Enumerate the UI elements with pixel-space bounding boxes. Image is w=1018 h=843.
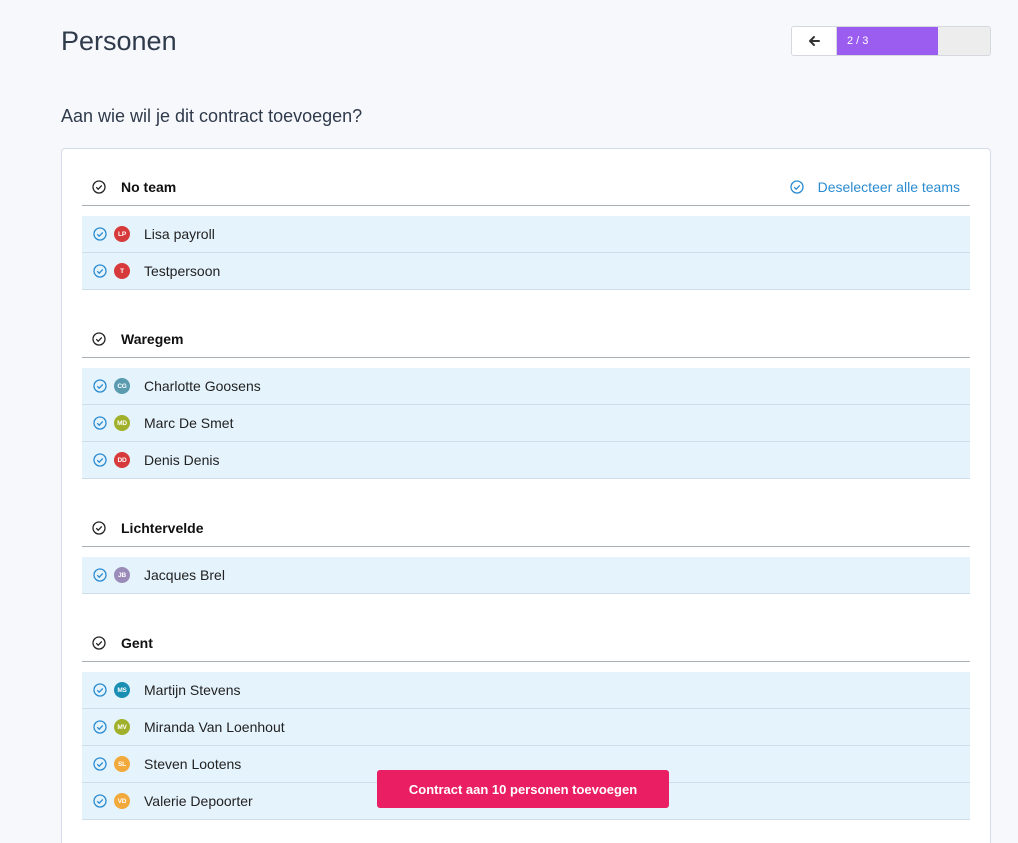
person-name: Jacques Brel bbox=[144, 567, 225, 583]
person-row[interactable]: MV Miranda Van Loenhout bbox=[82, 709, 970, 746]
avatar: DD bbox=[114, 452, 130, 468]
page-title: Personen bbox=[61, 26, 177, 56]
progress-bar: 2 / 3 bbox=[837, 27, 938, 55]
deselect-all-label: Deselecteer alle teams bbox=[817, 179, 960, 195]
check-circle-icon[interactable] bbox=[92, 179, 106, 194]
team-name: Lichtervelde bbox=[121, 519, 204, 536]
check-circle-icon[interactable] bbox=[92, 331, 106, 346]
person-name: Marc De Smet bbox=[144, 415, 234, 431]
avatar: SL bbox=[114, 756, 130, 772]
team-name: Gent bbox=[121, 634, 153, 651]
person-row[interactable]: MD Marc De Smet bbox=[82, 405, 970, 442]
check-circle-icon[interactable] bbox=[93, 453, 107, 467]
person-name: Charlotte Goosens bbox=[144, 378, 261, 394]
avatar: CG bbox=[114, 378, 130, 394]
avatar: MD bbox=[114, 415, 130, 431]
check-circle-icon[interactable] bbox=[92, 520, 106, 535]
avatar: MS bbox=[114, 682, 130, 698]
team-selection-card: No team Deselecteer alle teams LP Lisa p… bbox=[61, 148, 991, 843]
arrow-left-icon bbox=[809, 36, 820, 46]
person-name: Lisa payroll bbox=[144, 226, 215, 242]
check-circle-icon[interactable] bbox=[93, 416, 107, 430]
team-header[interactable]: No team Deselecteer alle teams bbox=[82, 168, 970, 206]
page-question: Aan wie wil je dit contract toevoegen? bbox=[61, 106, 363, 126]
avatar: T bbox=[114, 263, 130, 279]
back-button[interactable] bbox=[792, 27, 837, 55]
check-circle-icon[interactable] bbox=[93, 227, 107, 241]
check-circle-icon[interactable] bbox=[92, 635, 106, 650]
team-section: Lichtervelde JB Jacques Brel bbox=[82, 509, 970, 594]
check-circle-icon[interactable] bbox=[93, 720, 107, 734]
deselect-all-teams-link[interactable]: Deselecteer alle teams bbox=[780, 168, 960, 206]
person-row[interactable]: DD Denis Denis bbox=[82, 442, 970, 479]
team-section: No team Deselecteer alle teams LP Lisa p… bbox=[82, 168, 970, 290]
person-row[interactable]: LP Lisa payroll bbox=[82, 216, 970, 253]
add-contract-button[interactable]: Contract aan 10 personen toevoegen bbox=[377, 770, 669, 808]
person-name: Martijn Stevens bbox=[144, 682, 241, 698]
person-row[interactable]: T Testpersoon bbox=[82, 253, 970, 290]
person-row[interactable]: MS Martijn Stevens bbox=[82, 672, 970, 709]
check-circle-icon[interactable] bbox=[93, 794, 107, 808]
check-circle-icon bbox=[789, 180, 804, 194]
check-circle-icon[interactable] bbox=[93, 683, 107, 697]
check-circle-icon[interactable] bbox=[93, 264, 107, 278]
person-name: Steven Lootens bbox=[144, 756, 242, 772]
check-circle-icon[interactable] bbox=[93, 757, 107, 771]
team-header[interactable]: Lichtervelde bbox=[82, 509, 970, 547]
person-name: Valerie Depoorter bbox=[144, 793, 253, 809]
step-indicator: 2 / 3 bbox=[791, 26, 991, 56]
progress-label: 2 / 3 bbox=[847, 35, 869, 47]
check-circle-icon[interactable] bbox=[93, 379, 107, 393]
team-name: No team bbox=[121, 178, 177, 195]
person-row[interactable]: CG Charlotte Goosens bbox=[82, 368, 970, 405]
avatar: VD bbox=[114, 793, 130, 809]
avatar: LP bbox=[114, 226, 130, 242]
avatar: JB bbox=[114, 567, 130, 583]
team-name: Waregem bbox=[121, 330, 184, 347]
person-name: Denis Denis bbox=[144, 452, 220, 468]
team-header[interactable]: Gent bbox=[82, 624, 970, 662]
team-header[interactable]: Waregem bbox=[82, 320, 970, 358]
person-name: Testpersoon bbox=[144, 263, 221, 279]
check-circle-icon[interactable] bbox=[93, 568, 107, 582]
person-name: Miranda Van Loenhout bbox=[144, 719, 285, 735]
team-section: Waregem CG Charlotte Goosens MD Marc De … bbox=[82, 320, 970, 479]
avatar: MV bbox=[114, 719, 130, 735]
person-row[interactable]: JB Jacques Brel bbox=[82, 557, 970, 594]
